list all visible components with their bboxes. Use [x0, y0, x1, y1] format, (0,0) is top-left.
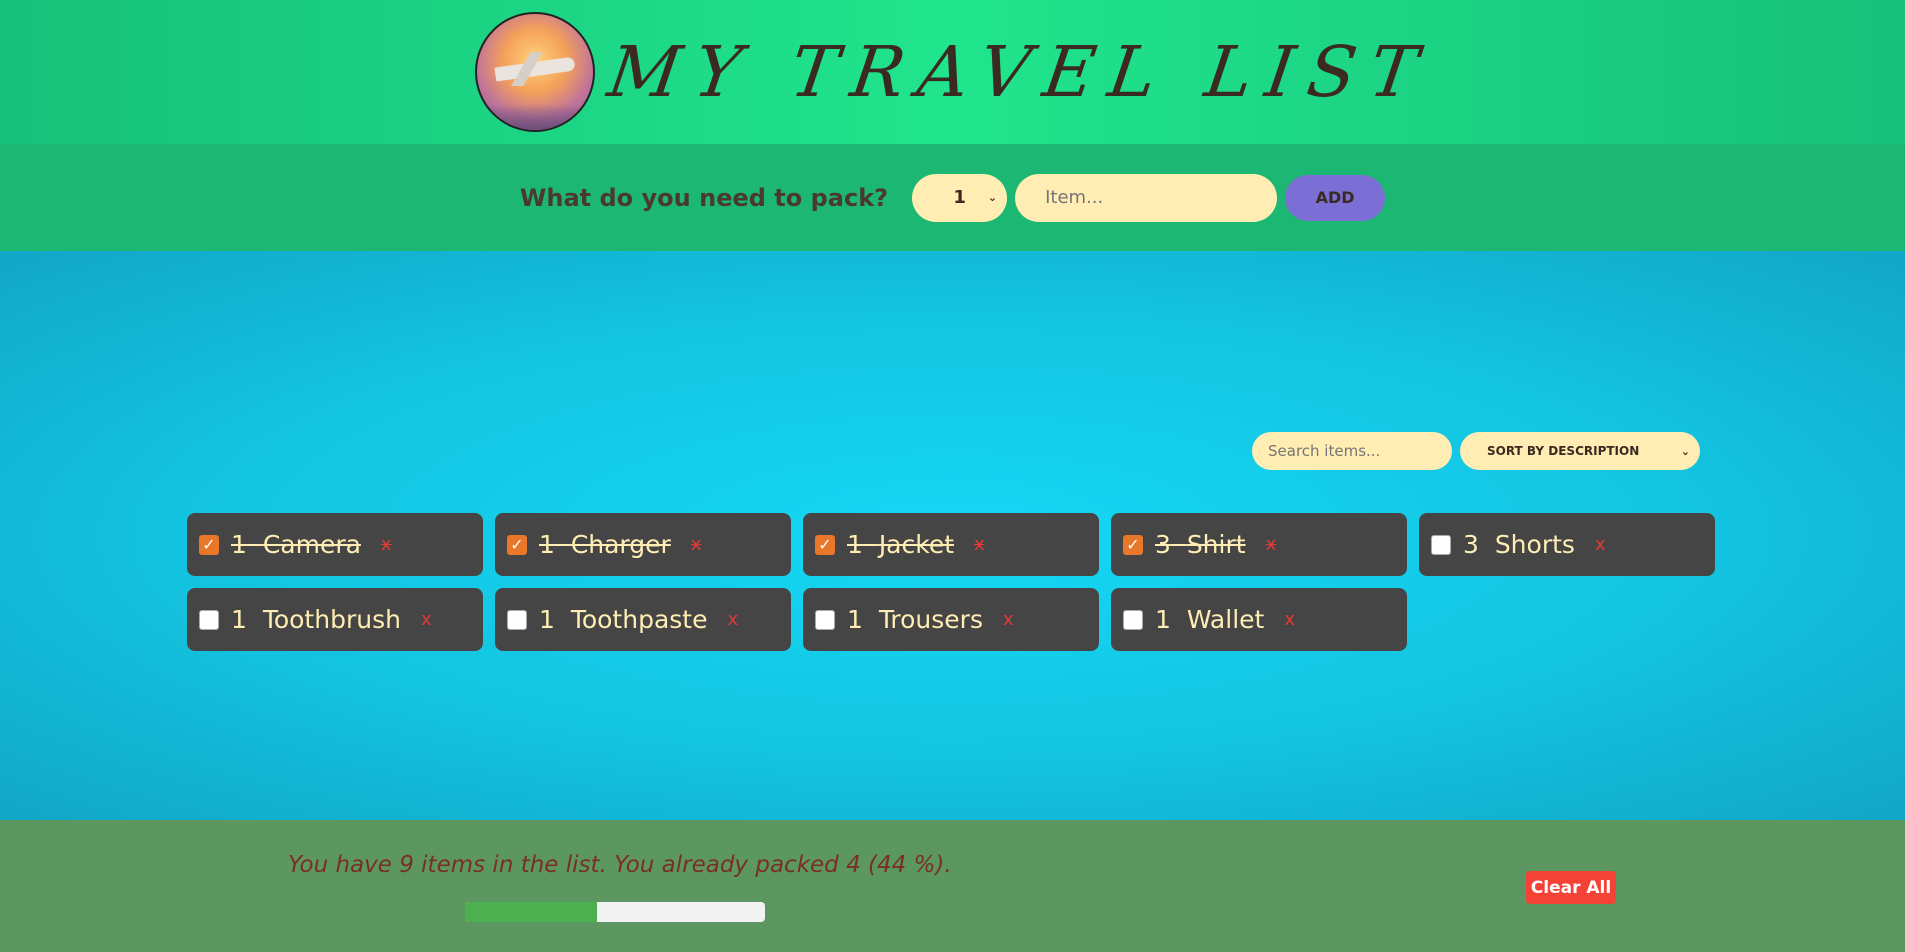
stats-footer: You have 9 items in the list. You alread… [0, 820, 1905, 952]
header: MY TRAVEL LIST [0, 0, 1905, 144]
packed-checkbox[interactable]: ✓ [1123, 534, 1143, 555]
packing-list: SORT BY DESCRIPTION ⌄ ✓1 Camerax✓1 Charg… [0, 251, 1905, 820]
item-description: Jacket [878, 530, 955, 559]
form-label: What do you need to pack? [519, 183, 889, 212]
delete-icon[interactable]: x [1003, 609, 1014, 630]
item-quantity: 1 [539, 605, 555, 634]
delete-icon[interactable]: x [421, 609, 432, 630]
list-item: 1 Toothpaste x [495, 588, 791, 651]
sort-select[interactable]: SORT BY DESCRIPTION ⌄ [1460, 432, 1700, 470]
quantity-select[interactable]: 1 ⌄ [912, 173, 1008, 222]
delete-icon[interactable]: x [1595, 534, 1606, 555]
item-grid: ✓ 1 Camera x ✓ 1 Charger x ✓ 1 Jacket x ✓ 3 Shirt x… [187, 513, 1715, 651]
sort-value: SORT BY DESCRIPTION [1487, 444, 1640, 458]
item-description: Trousers [878, 605, 983, 634]
item-description: Toothbrush [262, 605, 401, 634]
item-text: 1 Toothpaste [539, 605, 707, 634]
packed-checkbox[interactable] [507, 609, 527, 630]
item-quantity: 1 [231, 530, 247, 559]
stats-text: You have 9 items in the list. You alread… [288, 852, 952, 878]
clear-all-button[interactable]: Clear All [1526, 871, 1616, 904]
item-quantity: 1 [231, 605, 247, 634]
list-item: ✓ 1 Jacket x [803, 513, 1099, 576]
delete-icon[interactable]: x [691, 534, 702, 555]
list-item: 1 Toothbrush x [187, 588, 483, 651]
packed-checkbox[interactable] [1123, 609, 1143, 630]
item-text: 3 Shirt [1155, 530, 1246, 559]
item-quantity: 1 [539, 530, 555, 559]
item-quantity: 1 [847, 530, 863, 559]
packed-checkbox[interactable] [1431, 534, 1451, 555]
quantity-value: 1 [953, 187, 966, 208]
list-controls: SORT BY DESCRIPTION ⌄ [1252, 432, 1700, 470]
item-text: 3 Shorts [1463, 530, 1575, 559]
chevron-down-icon: ⌄ [1680, 444, 1690, 458]
list-item: ✓ 3 Shirt x [1111, 513, 1407, 576]
delete-icon[interactable]: x [974, 534, 985, 555]
add-item-form: What do you need to pack? 1 ⌄ ADD [0, 144, 1905, 251]
packed-checkbox[interactable] [815, 609, 835, 630]
item-text: 1 Toothbrush [231, 605, 401, 634]
delete-icon[interactable]: x [727, 609, 738, 630]
add-button[interactable]: ADD [1285, 174, 1386, 221]
item-description: Toothpaste [570, 605, 708, 634]
item-text: 1 Jacket [847, 530, 954, 559]
cloud-band [476, 104, 593, 130]
delete-icon[interactable]: x [381, 534, 392, 555]
page-title: MY TRAVEL LIST [602, 31, 1437, 113]
item-text: 1 Wallet [1155, 605, 1264, 634]
list-item: 3 Shorts x [1419, 513, 1715, 576]
item-text: 1 Charger [539, 530, 671, 559]
item-description: Camera [262, 530, 361, 559]
chevron-down-icon: ⌄ [987, 191, 998, 204]
item-text: 1 Camera [231, 530, 361, 559]
item-quantity: 3 [1463, 530, 1479, 559]
progress-bar [465, 902, 765, 922]
item-description: Shorts [1494, 530, 1575, 559]
item-description: Shirt [1186, 530, 1246, 559]
list-item: ✓ 1 Camera x [187, 513, 483, 576]
packed-checkbox[interactable] [199, 609, 219, 630]
item-quantity: 1 [1155, 605, 1171, 634]
delete-icon[interactable]: x [1266, 534, 1277, 555]
item-description: Charger [570, 530, 671, 559]
item-input[interactable] [1015, 173, 1278, 222]
packed-checkbox[interactable]: ✓ [199, 534, 219, 555]
progress-fill [465, 902, 597, 922]
item-quantity: 1 [847, 605, 863, 634]
packed-checkbox[interactable]: ✓ [507, 534, 527, 555]
list-item: 1 Wallet x [1111, 588, 1407, 651]
delete-icon[interactable]: x [1284, 609, 1295, 630]
airplane-logo [474, 12, 595, 132]
list-item: ✓ 1 Charger x [495, 513, 791, 576]
packed-checkbox[interactable]: ✓ [815, 534, 835, 555]
list-item: 1 Trousers x [803, 588, 1099, 651]
item-text: 1 Trousers [847, 605, 983, 634]
item-description: Wallet [1186, 605, 1265, 634]
search-input[interactable] [1252, 432, 1452, 470]
item-quantity: 3 [1155, 530, 1171, 559]
